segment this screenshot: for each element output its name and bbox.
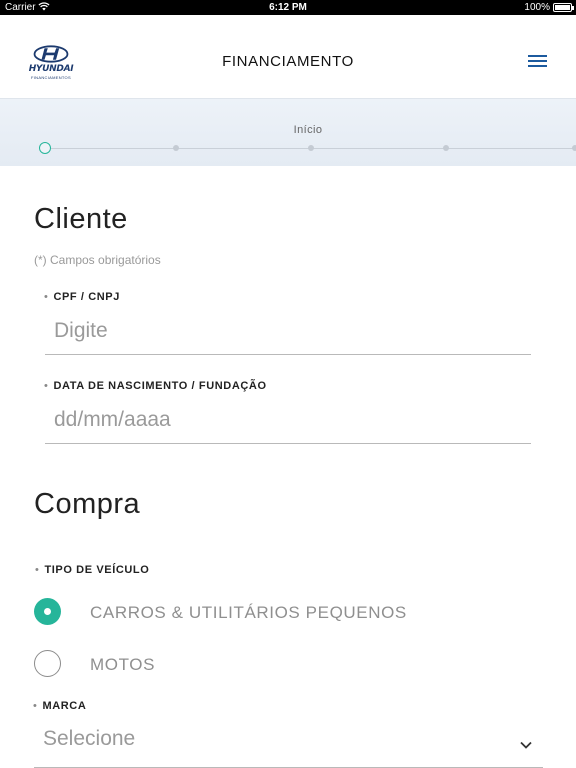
status-bar: Carrier 6:12 PM 100% [0,0,576,15]
logo-sub-text: FINANCIAMENTOS [31,75,71,80]
step-current-indicator[interactable] [39,142,51,154]
battery-icon [553,3,574,12]
cpf-input[interactable] [45,308,531,355]
radio-motos-label[interactable]: MOTOS [90,655,155,675]
status-time: 6:12 PM [269,2,307,13]
step-dot[interactable] [308,145,314,151]
step-dot[interactable] [173,145,179,151]
brand-label-text: MARCA [42,700,87,712]
radio-motos[interactable] [34,650,61,677]
app-header: HYUNDAI FINANCIAMENTOS FINANCIAMENTO [0,15,576,98]
required-bullet: • [44,291,49,303]
required-bullet: • [35,564,40,576]
step-dot[interactable] [572,145,576,151]
cpf-label: • CPF / CNPJ [44,291,120,303]
vehicle-type-label-text: TIPO DE VEÍCULO [44,564,150,576]
brand-select[interactable]: Selecione [34,720,543,768]
required-fields-hint: (*) Campos obrigatórios [34,253,161,267]
radio-carros-label[interactable]: CARROS & UTILITÁRIOS PEQUENOS [90,603,407,623]
birth-date-label-text: DATA DE NASCIMENTO / FUNDAÇÃO [53,380,267,392]
required-bullet: • [44,380,49,392]
brand-select-value: Selecione [43,727,136,750]
hamburger-icon [528,65,547,67]
radio-carros[interactable] [34,598,61,625]
compra-section-title: Compra [34,488,141,520]
hamburger-icon [528,60,547,62]
page-title: FINANCIAMENTO [222,53,354,70]
hamburger-menu-button[interactable] [528,55,550,71]
chevron-down-icon [520,741,532,749]
birth-date-input[interactable] [45,397,531,444]
brand-label: • MARCA [33,700,86,712]
step-dot[interactable] [443,145,449,151]
vehicle-type-label: • TIPO DE VEÍCULO [35,564,149,576]
cliente-section-title: Cliente [34,203,128,235]
cpf-label-text: CPF / CNPJ [53,291,120,303]
battery-fill [555,5,570,10]
current-step-label: Início [293,124,323,136]
hamburger-icon [528,55,547,57]
progress-stepper: Início [0,98,576,166]
battery-percent: 100% [524,2,550,13]
birth-date-label: • DATA DE NASCIMENTO / FUNDAÇÃO [44,380,267,392]
required-bullet: • [33,700,38,712]
